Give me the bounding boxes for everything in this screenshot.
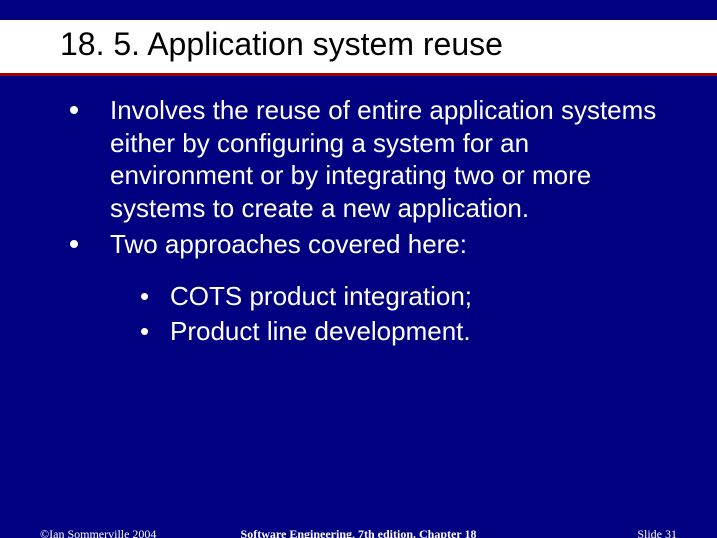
list-item: Two approaches covered here: <box>70 228 677 261</box>
sub-list-item: • COTS product integration; <box>140 279 677 314</box>
slide: 18. 5. Application system reuse Involves… <box>0 20 717 538</box>
sub-list: • COTS product integration; • Product line… <box>70 279 677 349</box>
sub-list-text: COTS product integration; <box>170 281 472 311</box>
footer-slide-number: Slide 31 <box>637 527 677 538</box>
list-item: Involves the reuse of entire application… <box>70 94 677 224</box>
bullet-dot-icon: • <box>140 314 149 349</box>
main-list: Involves the reuse of entire application… <box>70 94 677 261</box>
bullet-dot-icon: • <box>140 279 149 314</box>
sub-list-item: • Product line development. <box>140 314 677 349</box>
title-container: 18. 5. Application system reuse <box>0 20 717 76</box>
slide-title: 18. 5. Application system reuse <box>60 26 717 63</box>
footer-center: Software Engineering, 7th edition. Chapt… <box>0 527 717 538</box>
sub-list-text: Product line development. <box>170 316 471 346</box>
slide-body: Involves the reuse of entire application… <box>0 76 717 349</box>
